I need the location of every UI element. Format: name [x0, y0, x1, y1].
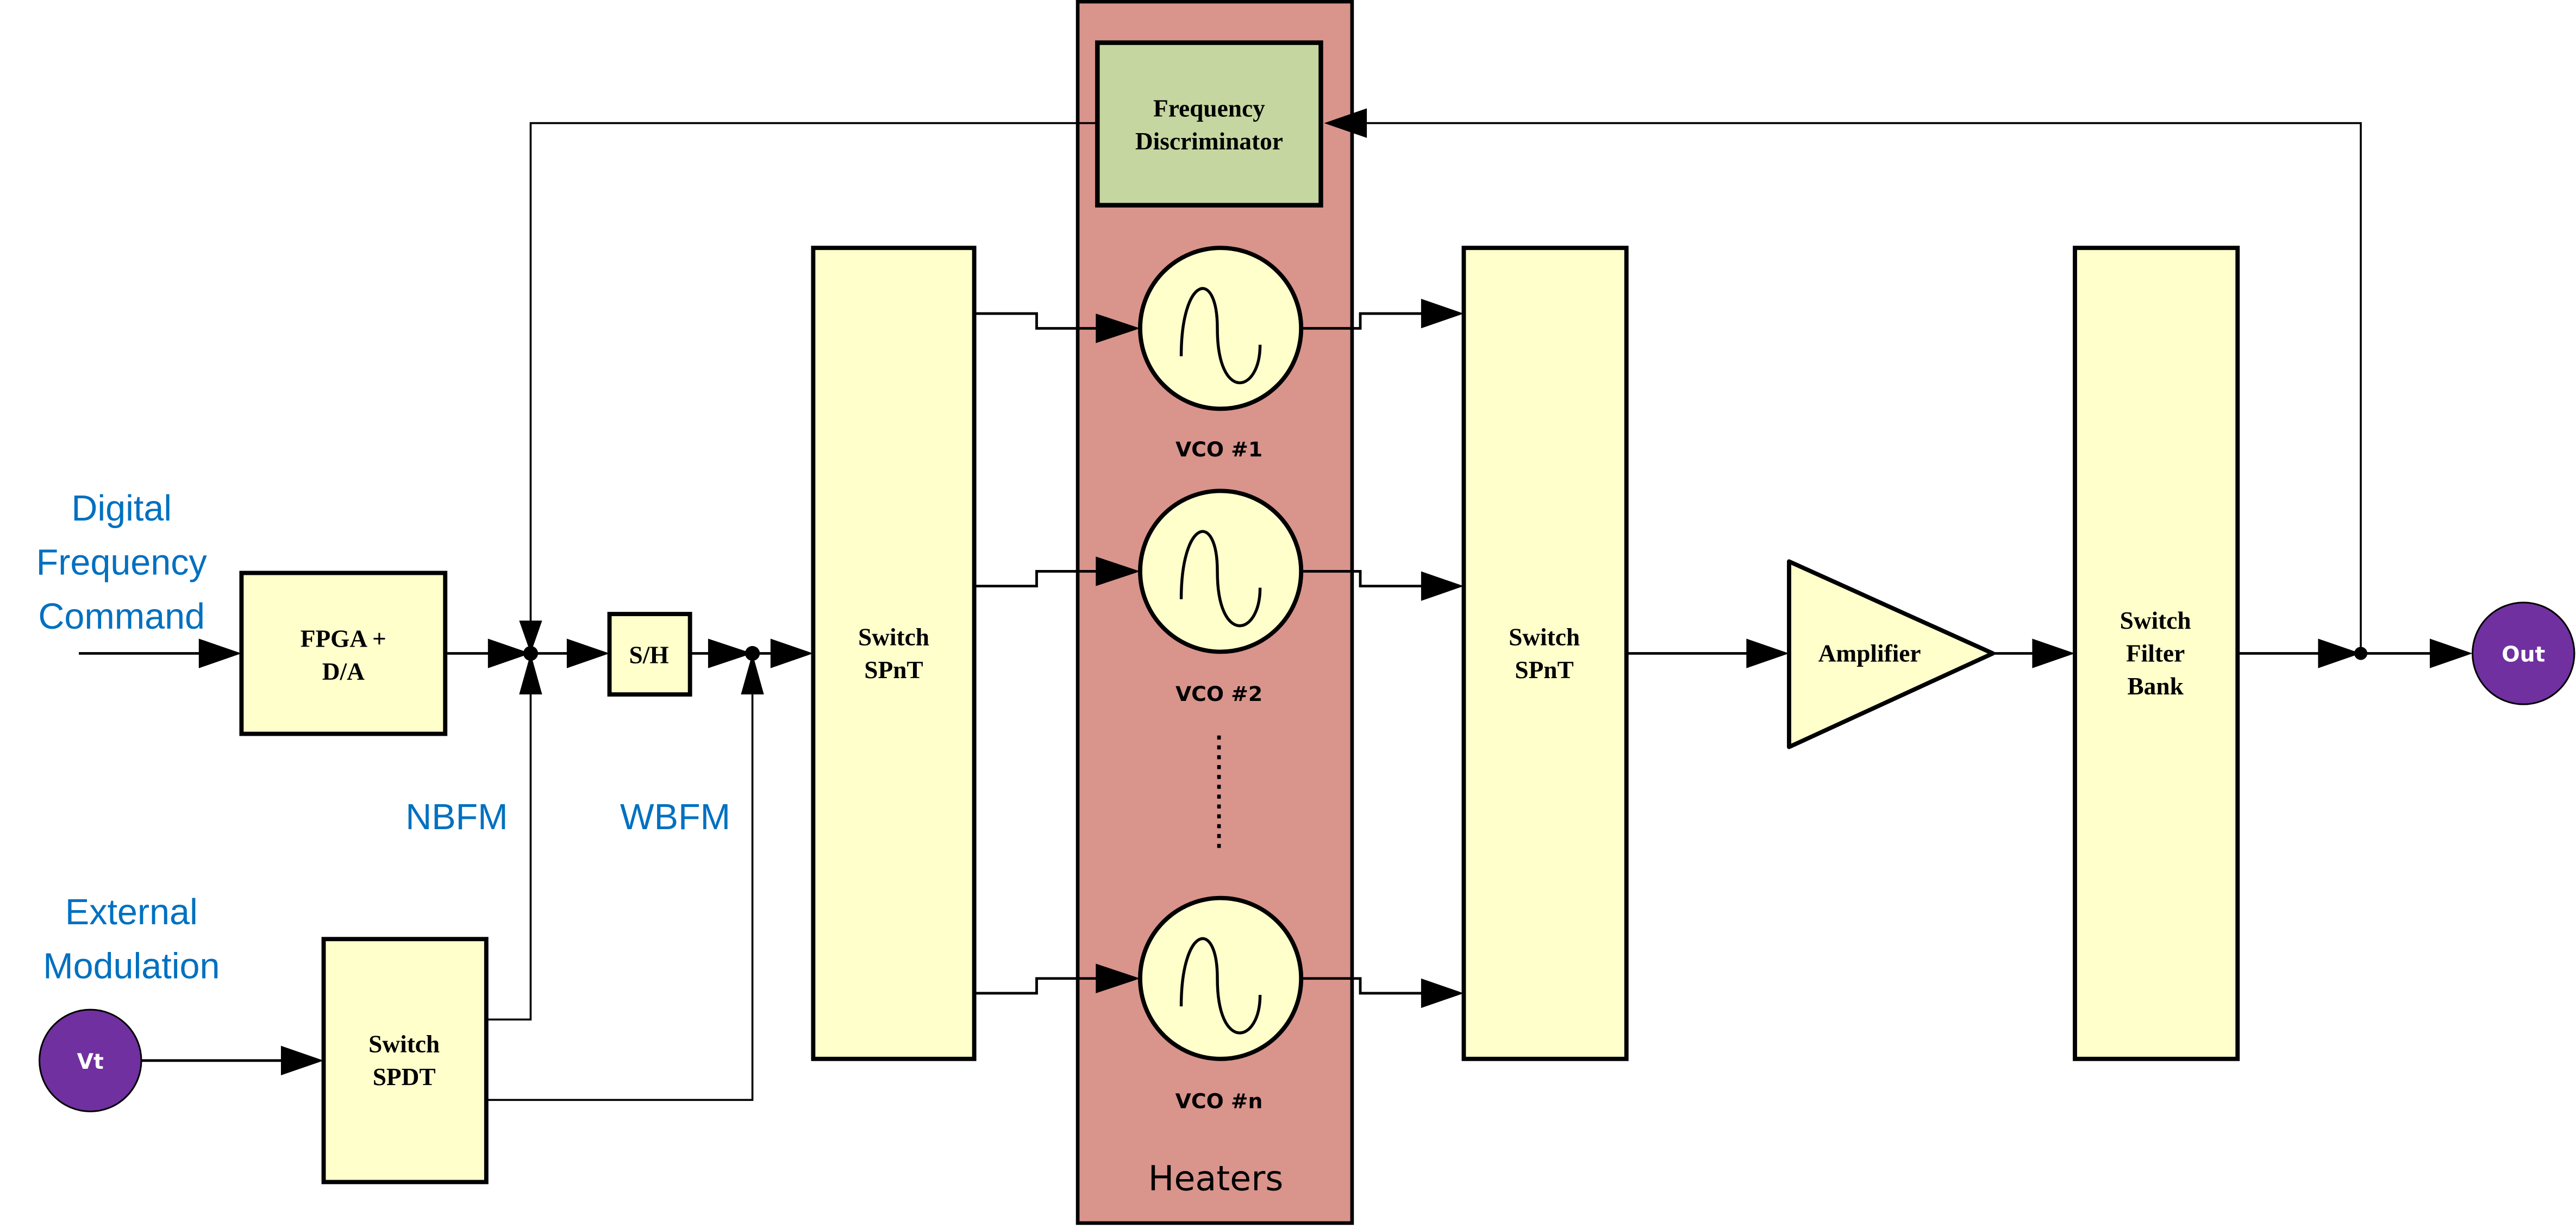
sh-input-arrow	[566, 638, 610, 668]
annotation-line-3: Command	[38, 597, 205, 637]
filter-bank-label-1: Switch	[2120, 607, 2191, 634]
switch-spnt-output-label-2: SPnT	[1515, 656, 1573, 684]
switch-spdt-box[interactable]	[321, 937, 489, 1185]
switch-spnt-output-box[interactable]	[1461, 246, 1629, 1061]
filter-input-arrow	[2032, 638, 2075, 668]
frequency-discriminator-label-2: Discriminator	[1135, 128, 1283, 155]
switch-spnt-output-label-1: Switch	[1509, 623, 1580, 650]
nbfm-label: NBFM	[405, 797, 508, 837]
fpga-label-2: D/A	[322, 658, 365, 685]
annotation-line-1: Digital	[71, 488, 172, 529]
ext-mod-line-2: Modulation	[43, 947, 220, 987]
vco-1-label: VCO #1	[1176, 437, 1262, 461]
nbfm-arrow-up	[519, 653, 542, 695]
vco-n-oscillator[interactable]	[1138, 895, 1304, 1061]
switch-spdt-label-2: SPDT	[373, 1063, 436, 1091]
vco-2-label: VCO #2	[1176, 682, 1262, 706]
filter-bank-label-2: Filter	[2126, 640, 2185, 667]
switch-spnt-input-box[interactable]	[811, 246, 977, 1061]
out-port[interactable]: Out	[2472, 602, 2575, 705]
frequency-discriminator-label-1: Frequency	[1153, 95, 1265, 122]
amp-input-arrow	[1746, 638, 1790, 668]
spnt-in-input-arrow	[770, 638, 814, 668]
fpga-input-arrow	[198, 638, 242, 668]
vco-2-oscillator[interactable]	[1138, 488, 1304, 654]
out-port-arrow	[2429, 638, 2473, 668]
vco-n-output-arrow	[1421, 978, 1464, 1008]
frequency-discriminator[interactable]: Frequency Discriminator	[1095, 40, 1323, 208]
filter-bank-label-3: Bank	[2127, 673, 2184, 700]
nbfm-wire	[486, 694, 532, 1021]
switch-spdt-block[interactable]: Switch SPDT	[321, 937, 489, 1185]
annotation-line-2: Frequency	[36, 543, 208, 583]
vco-n-label: VCO #n	[1176, 1089, 1263, 1113]
switch-spnt-input-block[interactable]: Switch SPnT	[811, 246, 977, 1061]
sample-hold-block[interactable]: S/H	[607, 612, 692, 697]
ext-mod-line-1: External	[65, 892, 198, 932]
fpga-label-1: FPGA +	[301, 625, 386, 652]
wbfm-label: WBFM	[620, 797, 730, 837]
vco-1-output-arrow	[1421, 298, 1464, 329]
spdt-input-arrow	[280, 1045, 324, 1076]
frequency-discriminator-box[interactable]	[1095, 40, 1323, 208]
vt-port[interactable]: Vt	[39, 1008, 142, 1112]
amplifier-block[interactable]: Amplifier	[1787, 559, 1995, 749]
wbfm-wire	[486, 694, 754, 1101]
switch-spdt-label-1: Switch	[368, 1031, 440, 1058]
out-port-label: Out	[2502, 643, 2545, 667]
heaters-label: Heaters	[1148, 1158, 1284, 1199]
digital-frequency-command-annotation: Digital Frequency Command	[36, 488, 208, 637]
fpga-da-block[interactable]: FPGA + D/A	[239, 571, 448, 736]
sample-hold-label: S/H	[629, 642, 669, 669]
switch-spnt-output-block[interactable]: Switch SPnT	[1461, 246, 1629, 1061]
wbfm-arrow-up	[741, 653, 764, 695]
switch-filter-bank-block[interactable]: Switch Filter Bank	[2073, 246, 2240, 1061]
vco-1-oscillator[interactable]	[1138, 246, 1304, 411]
external-modulation-annotation: External Modulation	[43, 892, 220, 987]
vt-port-label: Vt	[77, 1050, 104, 1074]
amplifier-label: Amplifier	[1818, 640, 1921, 667]
vco-synthesizer-block-diagram: Heaters Frequency Discriminator Digital …	[36, 0, 2575, 1225]
vco-2-output-arrow	[1421, 571, 1464, 601]
switch-spnt-input-label-2: SPnT	[864, 656, 923, 684]
fpga-da-box[interactable]	[239, 571, 448, 736]
switch-spnt-input-label-1: Switch	[858, 623, 929, 650]
